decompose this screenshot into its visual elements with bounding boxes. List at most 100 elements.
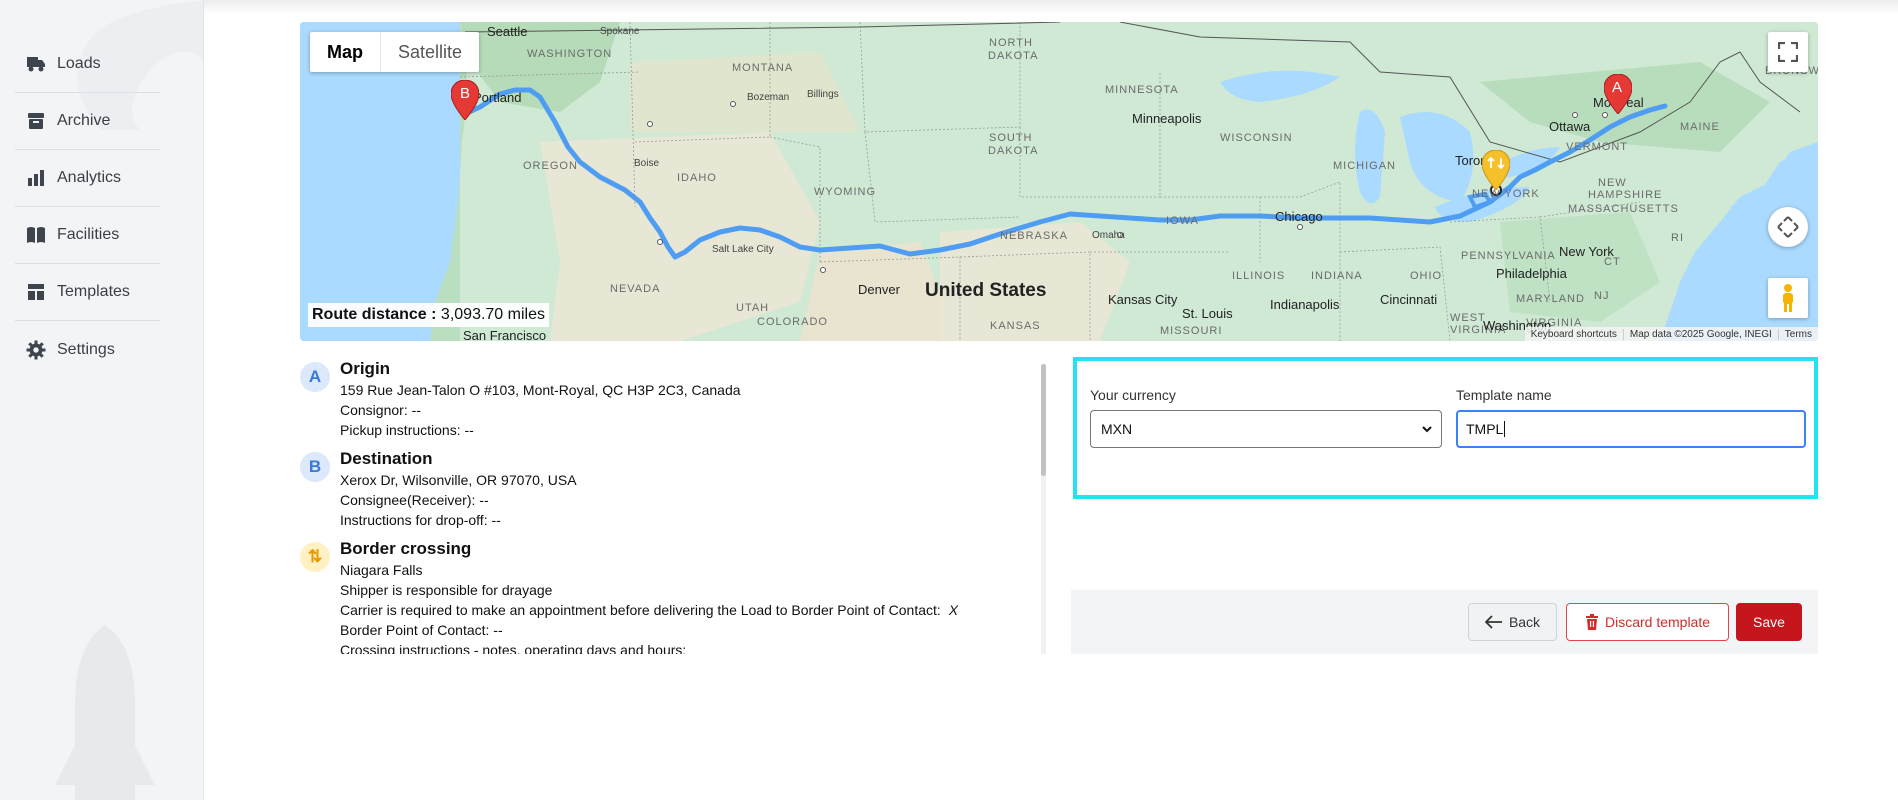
chevron-down-icon <box>1422 426 1432 433</box>
stop-details: Origin 159 Rue Jean-Talon O #103, Mont-R… <box>340 358 741 440</box>
map-label: IOWA <box>1166 215 1199 227</box>
currency-value: MXN <box>1101 421 1133 437</box>
map-type-control: Map Satellite <box>310 32 480 72</box>
text-caret <box>1504 421 1506 437</box>
map-label: MISSOURI <box>1160 325 1223 337</box>
currency-select[interactable]: MXN <box>1090 410 1442 448</box>
top-shadow <box>204 0 1898 14</box>
map-type-map-button[interactable]: Map <box>310 32 381 72</box>
stop-details: Border crossing Niagara Falls Shipper is… <box>340 538 958 654</box>
border-point-of-contact: Border Point of Contact: -- <box>340 622 503 638</box>
border-crossing-icon: ⇅ <box>300 542 330 572</box>
stop-border-crossing: ⇅ Border crossing Niagara Falls Shipper … <box>300 538 1040 654</box>
rocket-illustration <box>55 625 155 800</box>
route-map[interactable]: Seattle Spokane WASHINGTON MONTANA NORTH… <box>300 22 1818 341</box>
map-label: San Francisco <box>463 328 547 341</box>
gear-icon <box>25 339 47 361</box>
template-name-label: Template name <box>1456 387 1552 403</box>
map-label: NEBRASKA <box>1000 230 1068 242</box>
sidebar-item-facilities[interactable]: Facilities <box>15 207 160 264</box>
save-button[interactable]: Save <box>1736 603 1802 641</box>
map-label: NEW <box>1598 177 1627 189</box>
map-label: KANSAS <box>990 320 1041 332</box>
sidebar-item-label: Facilities <box>57 226 120 243</box>
stops-scrollbar[interactable] <box>1041 364 1046 654</box>
stop-details: Destination Xerox Dr, Wilsonville, OR 97… <box>340 448 577 530</box>
street-view-button[interactable] <box>1768 278 1808 318</box>
camera-control-button[interactable] <box>1768 207 1808 247</box>
discard-template-button[interactable]: Discard template <box>1566 603 1729 641</box>
map-label: HAMPSHIRE <box>1588 189 1663 201</box>
map-data-text: Map data ©2025 Google, INEGI <box>1622 328 1778 340</box>
map-label: MINNESOTA <box>1105 84 1179 96</box>
border-crossing-marker[interactable] <box>1482 150 1510 190</box>
map-label: DAKOTA <box>988 145 1039 157</box>
back-button-label: Back <box>1508 614 1541 630</box>
map-label: Cincinnati <box>1380 292 1438 307</box>
template-name-input[interactable]: TMPL <box>1456 410 1806 448</box>
terms-link[interactable]: Terms <box>1777 328 1818 340</box>
map-label: Bozeman <box>747 92 790 103</box>
stop-consignor: Consignor: -- <box>340 402 421 418</box>
route-distance: Route distance : 3,093.70 miles <box>308 303 549 327</box>
map-label: Indianapolis <box>1270 297 1340 312</box>
map-label: Omaha <box>1092 230 1125 241</box>
discard-button-label: Discard template <box>1604 614 1711 630</box>
map-label: WASHINGTON <box>527 48 613 60</box>
stop-destination: B Destination Xerox Dr, Wilsonville, OR … <box>300 448 1040 530</box>
origin-marker-label: A <box>1612 79 1623 96</box>
map-base <box>300 22 1818 341</box>
arrow-left-icon <box>1484 615 1503 629</box>
keyboard-shortcuts-link[interactable]: Keyboard shortcuts <box>1525 329 1623 340</box>
map-label: Philadelphia <box>1496 266 1567 281</box>
route-stops-list[interactable]: A Origin 159 Rue Jean-Talon O #103, Mont… <box>300 358 1040 654</box>
stop-address: 159 Rue Jean-Talon O #103, Mont-Royal, Q… <box>340 382 741 398</box>
map-label: VERMONT <box>1566 141 1628 153</box>
sidebar-item-loads[interactable]: Loads <box>15 36 160 93</box>
sidebar-item-templates[interactable]: Templates <box>15 264 160 321</box>
stop-badge: B <box>300 452 330 482</box>
map-type-satellite-button[interactable]: Satellite <box>381 32 479 72</box>
stop-origin: A Origin 159 Rue Jean-Talon O #103, Mont… <box>300 358 1040 440</box>
fullscreen-icon <box>1778 42 1798 62</box>
map-label: IDAHO <box>677 172 717 184</box>
route-distance-label: Route distance : <box>312 306 437 323</box>
trash-icon <box>1585 614 1599 630</box>
map-label: MAINE <box>1680 121 1720 133</box>
border-location: Niagara Falls <box>340 562 423 578</box>
fullscreen-button[interactable] <box>1768 32 1808 72</box>
bar-chart-icon <box>25 167 47 189</box>
map-label: Ottawa <box>1549 119 1591 134</box>
stop-title: Border crossing <box>340 539 472 558</box>
map-label: Spokane <box>600 26 640 37</box>
sidebar-item-analytics[interactable]: Analytics <box>15 150 160 207</box>
sidebar-item-settings[interactable]: Settings <box>15 321 160 378</box>
crossing-instructions: Crossing instructions - notes, operating… <box>340 642 687 654</box>
save-button-label: Save <box>1753 614 1785 630</box>
map-label: St. Louis <box>1182 306 1233 321</box>
stop-badge: A <box>300 362 330 392</box>
sidebar-item-label: Settings <box>57 340 115 358</box>
map-label: Denver <box>858 282 900 297</box>
map-label: PENNSYLVANIA <box>1461 250 1556 262</box>
map-label: ILLINOIS <box>1232 270 1286 282</box>
map-label: New York <box>1559 244 1614 259</box>
pegman-icon <box>1783 284 1793 312</box>
scrollbar-thumb[interactable] <box>1041 364 1046 476</box>
map-label: NJ <box>1594 290 1610 302</box>
map-label: WISCONSIN <box>1220 132 1293 144</box>
back-button[interactable]: Back <box>1468 603 1557 641</box>
map-label: Chicago <box>1275 209 1323 224</box>
map-label: Boise <box>634 158 660 169</box>
sidebar-item-label: Analytics <box>57 169 122 186</box>
map-label: MICHIGAN <box>1333 160 1396 172</box>
sidebar-item-archive[interactable]: Archive <box>15 93 160 150</box>
map-label: United States <box>925 280 1047 301</box>
move-arrows-icon <box>1777 216 1799 238</box>
map-label: NORTH <box>989 37 1033 49</box>
template-icon <box>25 281 47 303</box>
map-label: SOUTH <box>989 132 1033 144</box>
map-label: WEST <box>1450 312 1486 324</box>
map-label: UTAH <box>736 302 770 314</box>
map-label: DAKOTA <box>988 50 1039 62</box>
